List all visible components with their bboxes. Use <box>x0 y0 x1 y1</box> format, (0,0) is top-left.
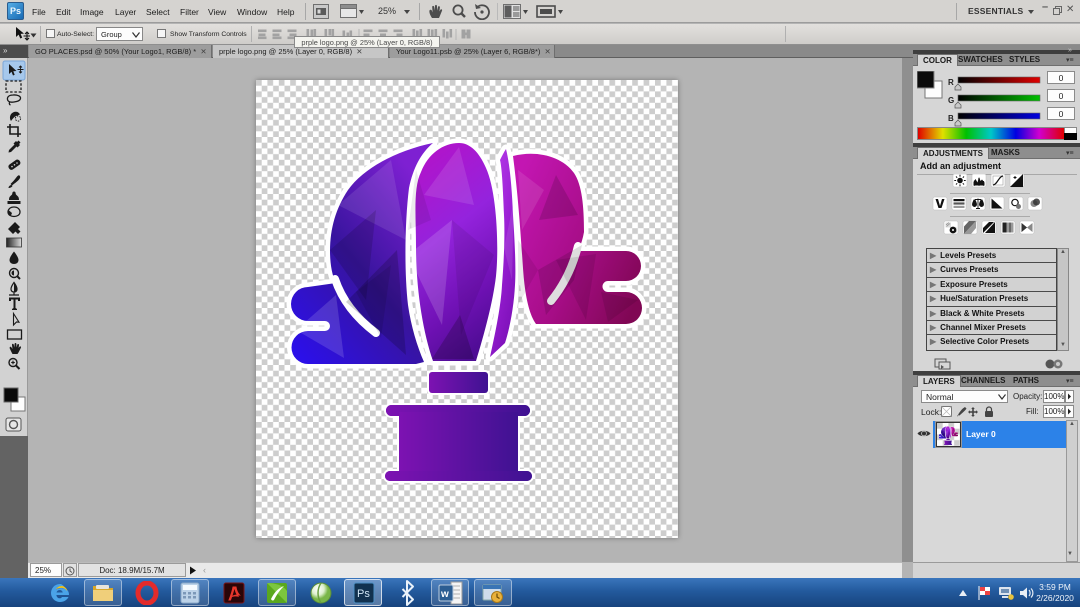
svg-text:R: R <box>948 78 954 87</box>
svg-text:G: G <box>948 96 954 105</box>
svg-text:w: w <box>440 589 449 600</box>
svg-text:Ps: Ps <box>357 588 370 600</box>
svg-text:B: B <box>948 114 954 123</box>
